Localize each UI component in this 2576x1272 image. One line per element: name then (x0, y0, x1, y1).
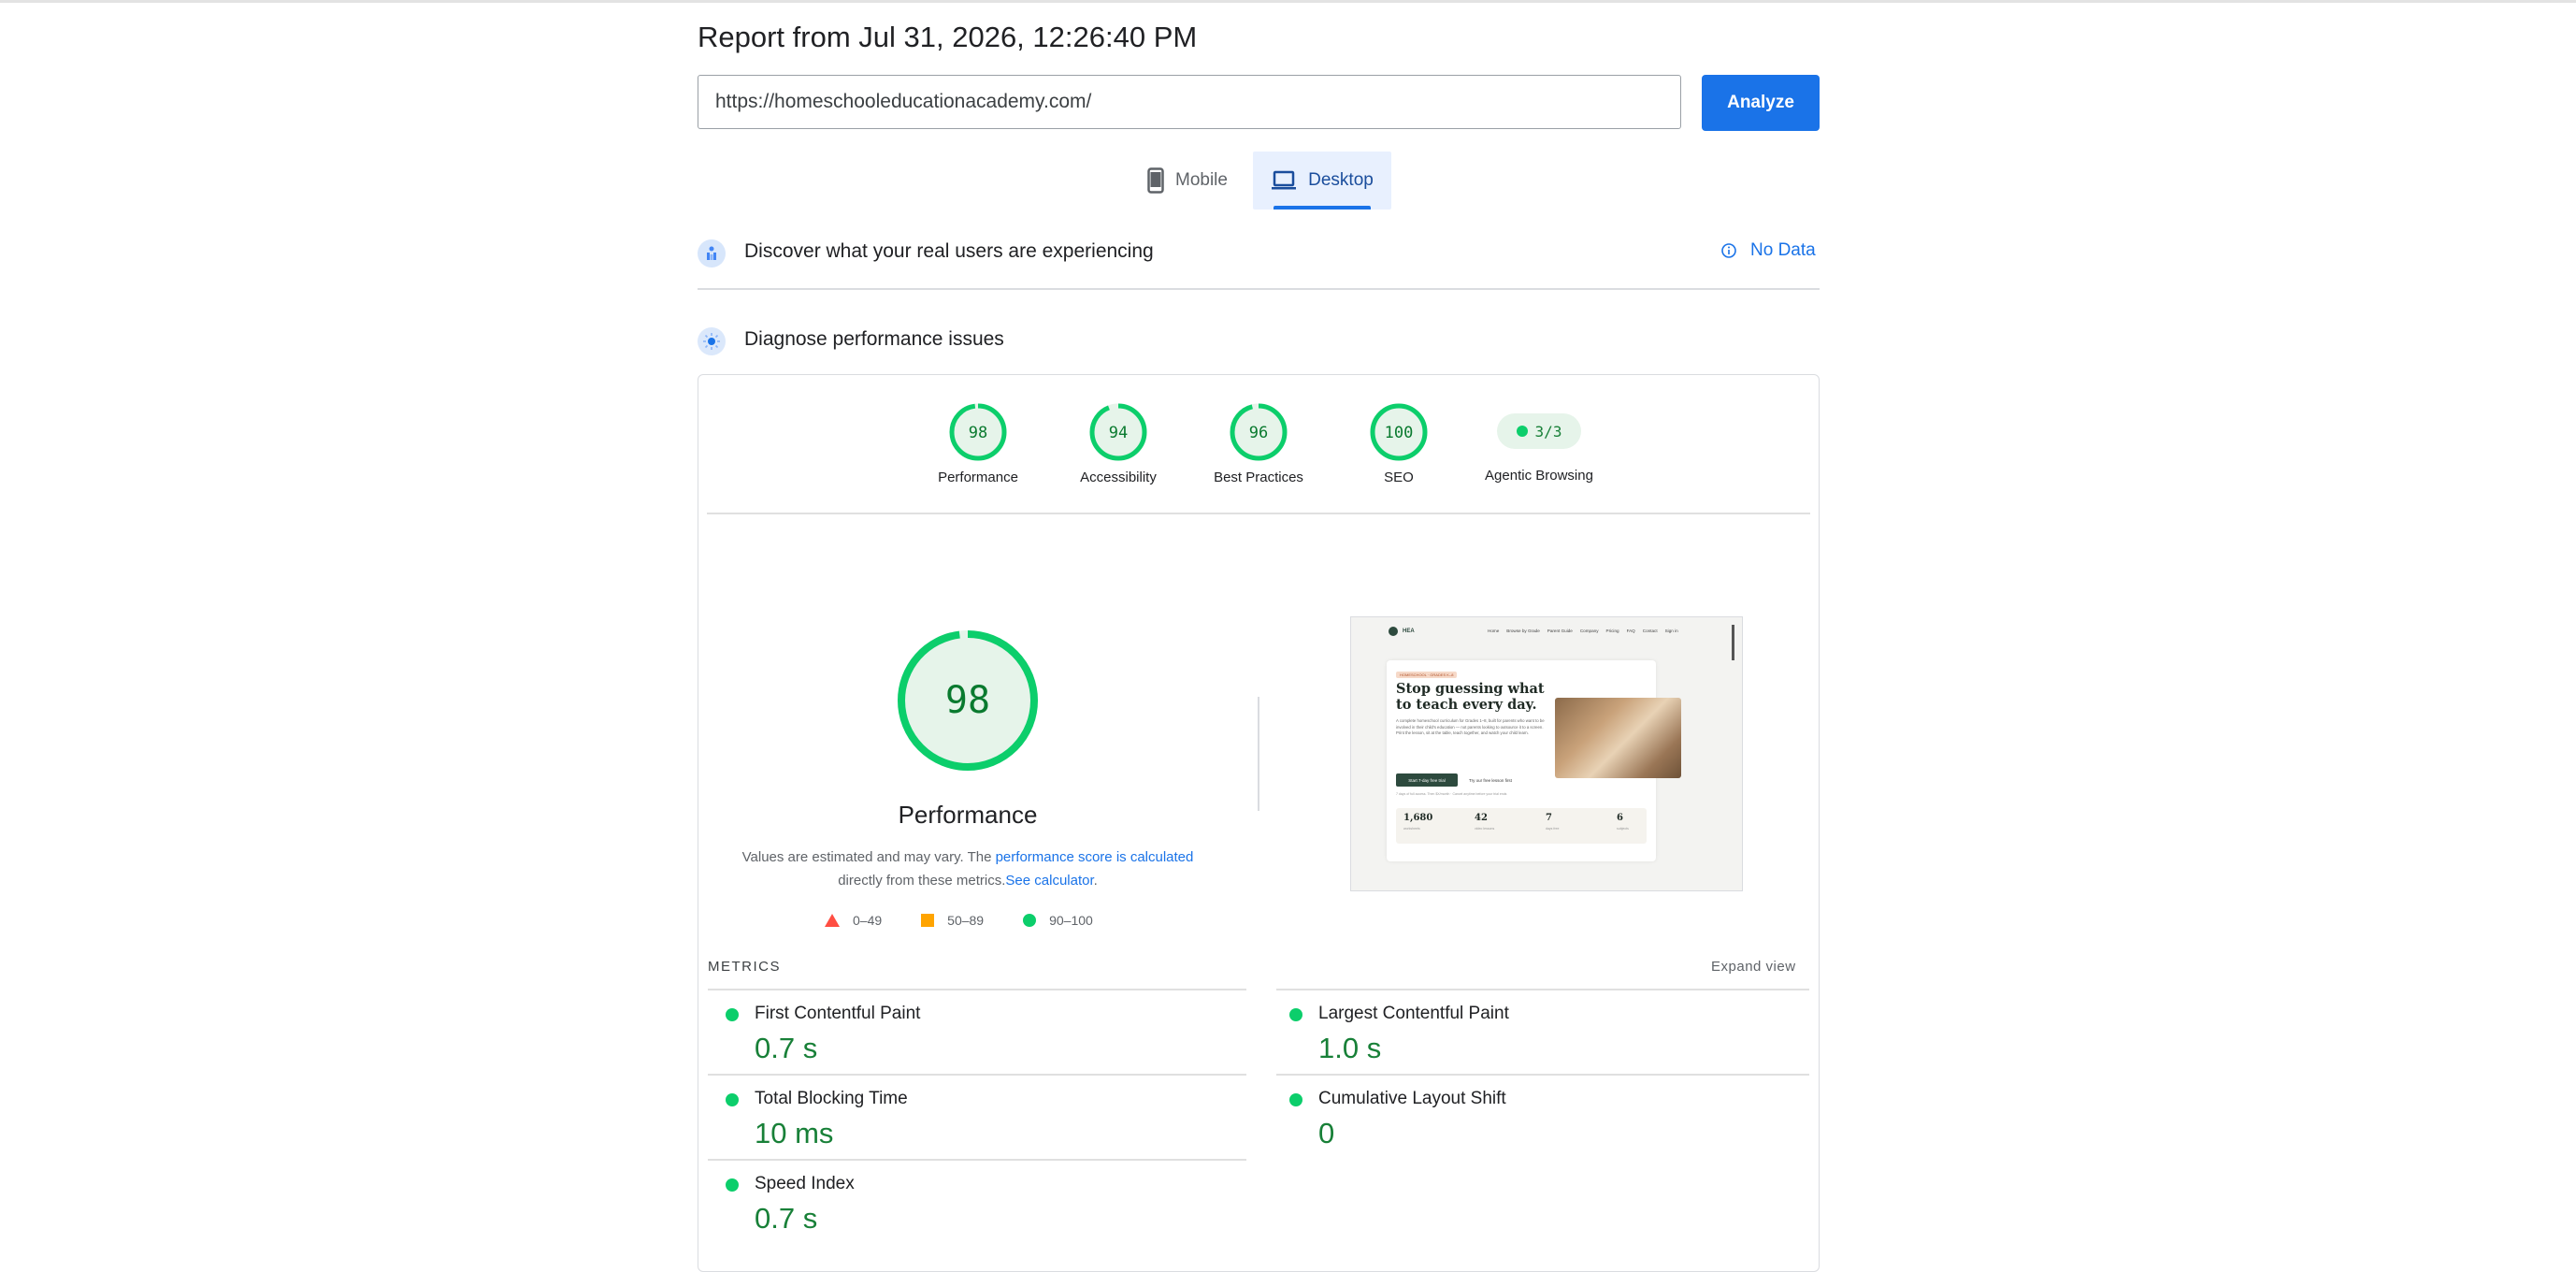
category-label: Accessibility (1080, 470, 1157, 485)
performance-big-gauge: 98 (896, 629, 1040, 777)
thumbnail-stats: 1,680 worksheets 42 video lessons 7 days… (1396, 808, 1647, 844)
diagnose-icon (698, 327, 726, 355)
accessibility-gauge: 94 (1089, 403, 1147, 461)
category-seo[interactable]: 100 SEO (1333, 402, 1464, 485)
top-border (0, 0, 2576, 3)
performance-score: 98 (945, 679, 990, 722)
vertical-divider (1258, 697, 1259, 811)
average-square-icon (921, 914, 935, 927)
field-data-heading: Discover what your real users are experi… (744, 240, 1154, 262)
category-agentic-browsing[interactable]: 3/3 Agentic Browsing (1474, 402, 1605, 484)
info-icon (1721, 243, 1736, 258)
svg-text:94: 94 (1109, 424, 1128, 442)
thumbnail-logo: HEA (1389, 627, 1415, 636)
pass-dot-icon (726, 1178, 739, 1192)
metric-divider (708, 1074, 1246, 1076)
tab-mobile-label: Mobile (1175, 170, 1228, 190)
pass-dot-icon (1289, 1008, 1302, 1021)
analyze-button[interactable]: Analyze (1702, 75, 1820, 131)
performance-description: Values are estimated and may vary. The p… (741, 849, 1194, 889)
report-title: Report from Jul 31, 2026, 12:26:40 PM (698, 21, 1198, 53)
agentic-browsing-badge: 3/3 (1497, 413, 1581, 449)
performance-label: Performance (898, 801, 1038, 829)
pass-dot-icon (1516, 426, 1528, 437)
thumbnail-scrollbar (1732, 625, 1734, 660)
svg-text:96: 96 (1249, 424, 1268, 442)
scores-divider (707, 513, 1810, 514)
no-data-link[interactable]: No Data (1720, 240, 1816, 261)
real-users-icon (698, 239, 726, 267)
expand-view-toggle[interactable]: Expand view (1711, 959, 1796, 975)
see-calculator-link[interactable]: See calculator (1005, 873, 1093, 889)
pass-circle-icon (1023, 914, 1037, 927)
thumbnail-hero-photo (1555, 698, 1681, 778)
metric-divider (1276, 1074, 1809, 1076)
tab-selected-indicator (1274, 206, 1371, 210)
svg-text:98: 98 (969, 424, 987, 442)
category-label: SEO (1384, 470, 1414, 485)
seo-gauge: 100 (1370, 403, 1428, 461)
category-accessibility[interactable]: 94 Accessibility (1053, 402, 1184, 485)
svg-text:100: 100 (1385, 424, 1414, 442)
section-divider (698, 288, 1820, 290)
metric-divider (1276, 989, 1809, 990)
category-label: Performance (938, 470, 1018, 485)
pass-dot-icon (726, 1008, 739, 1021)
no-data-label: No Data (1750, 240, 1816, 260)
tab-mobile[interactable]: Mobile (1133, 152, 1242, 210)
metric-divider (708, 989, 1246, 990)
category-best-practices[interactable]: 96 Best Practices (1193, 402, 1324, 485)
performance-gauge: 98 (949, 403, 1007, 461)
best-practices-gauge: 96 (1230, 403, 1288, 461)
score-legend: 0–49 50–89 90–100 (825, 913, 1132, 928)
page-screenshot-thumbnail[interactable]: HEA Home Browse by Grade Parent Guide Compa… (1350, 616, 1743, 891)
mobile-phone-icon (1147, 167, 1164, 194)
fail-triangle-icon (825, 914, 840, 927)
metric-divider (708, 1159, 1246, 1161)
thumbnail-hero-card: HOMESCHOOL · GRADES K–8 Stop guessing wh… (1387, 660, 1681, 861)
tab-desktop-label: Desktop (1308, 170, 1374, 190)
category-performance[interactable]: 98 Performance (913, 402, 1043, 485)
pass-dot-icon (1289, 1093, 1302, 1106)
metrics-heading: METRICS (708, 959, 781, 975)
lab-data-heading: Diagnose performance issues (744, 328, 1004, 350)
category-label: Best Practices (1214, 470, 1303, 485)
score-calculated-link[interactable]: performance score is calculated (996, 849, 1194, 865)
tab-desktop[interactable]: Desktop (1253, 152, 1391, 210)
pass-dot-icon (726, 1093, 739, 1106)
laptop-icon (1272, 170, 1297, 190)
url-input[interactable] (698, 75, 1681, 129)
thumbnail-nav: Home Browse by Grade Parent Guide Company Pr… (1488, 629, 1678, 633)
category-label: Agentic Browsing (1485, 468, 1593, 484)
